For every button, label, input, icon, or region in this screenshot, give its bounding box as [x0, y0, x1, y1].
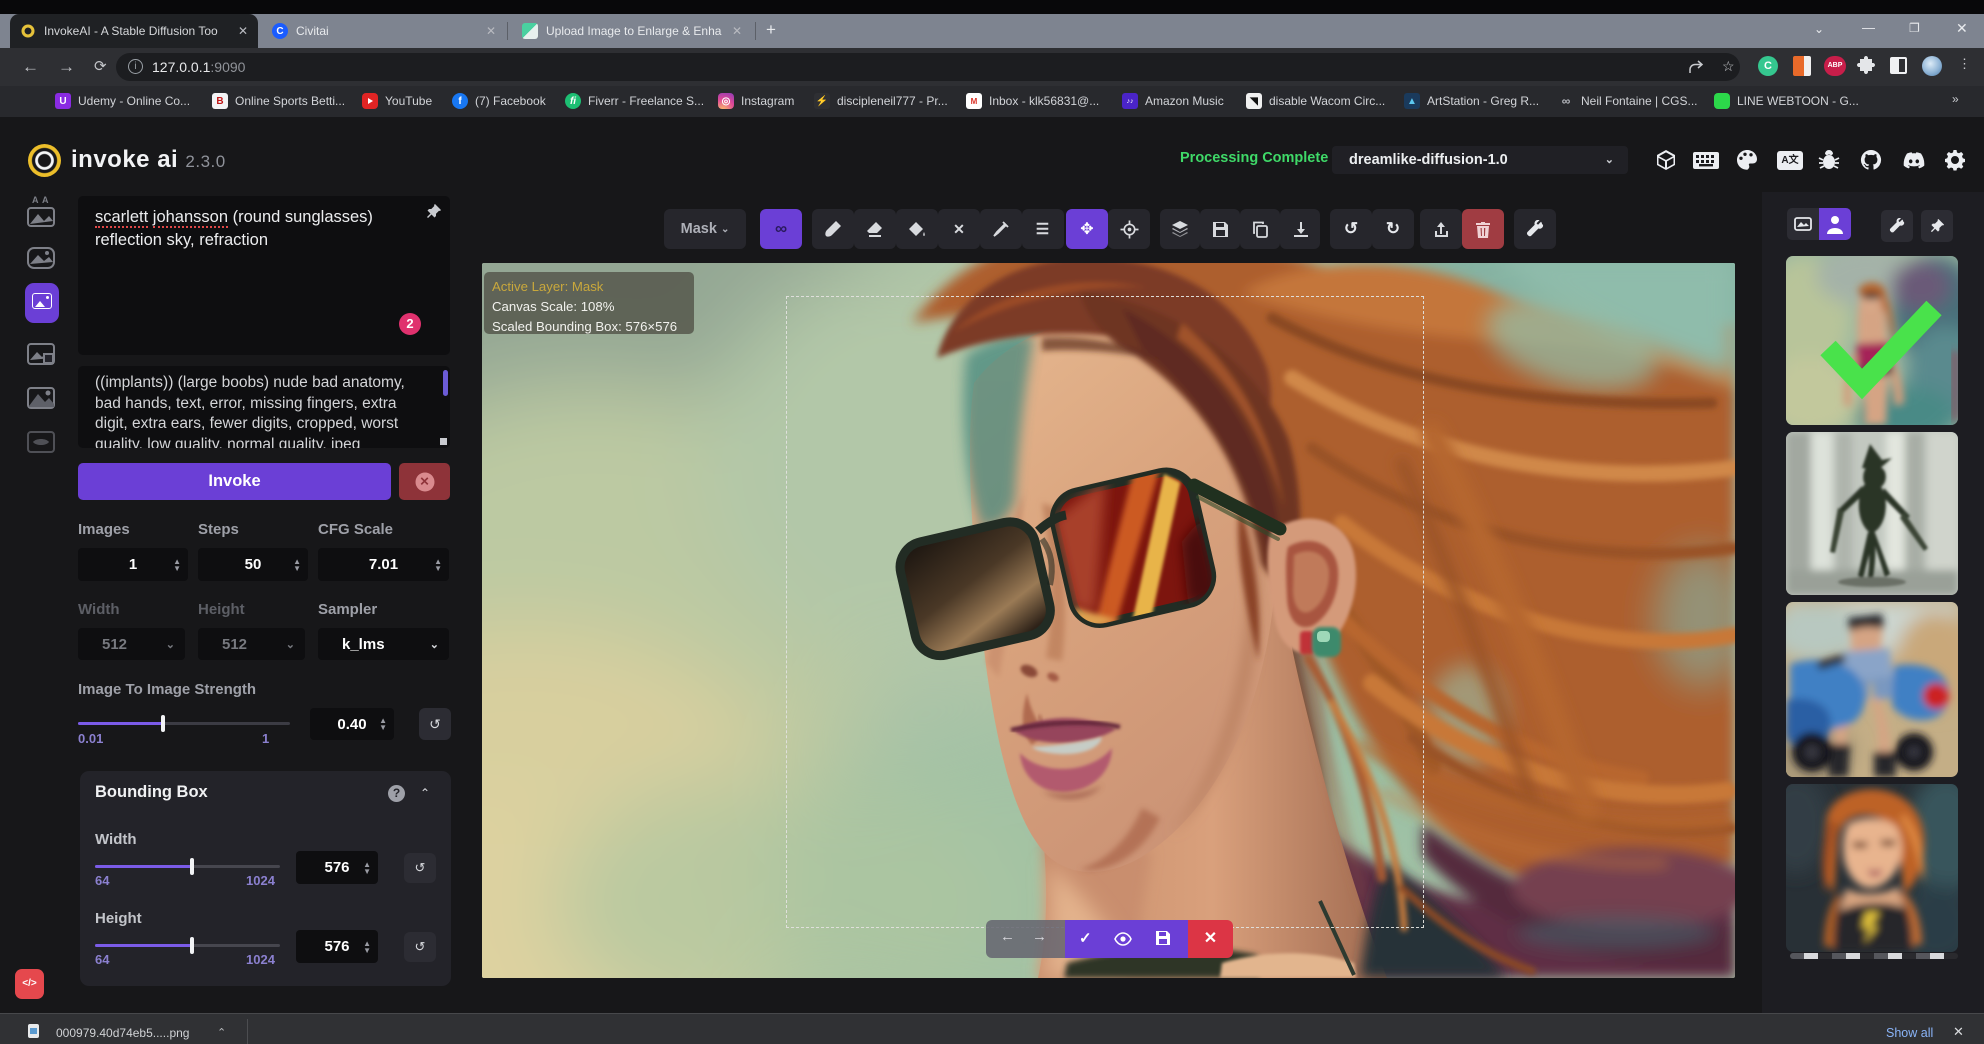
svg-text:A: A — [32, 196, 39, 205]
svg-text:A: A — [42, 196, 49, 205]
